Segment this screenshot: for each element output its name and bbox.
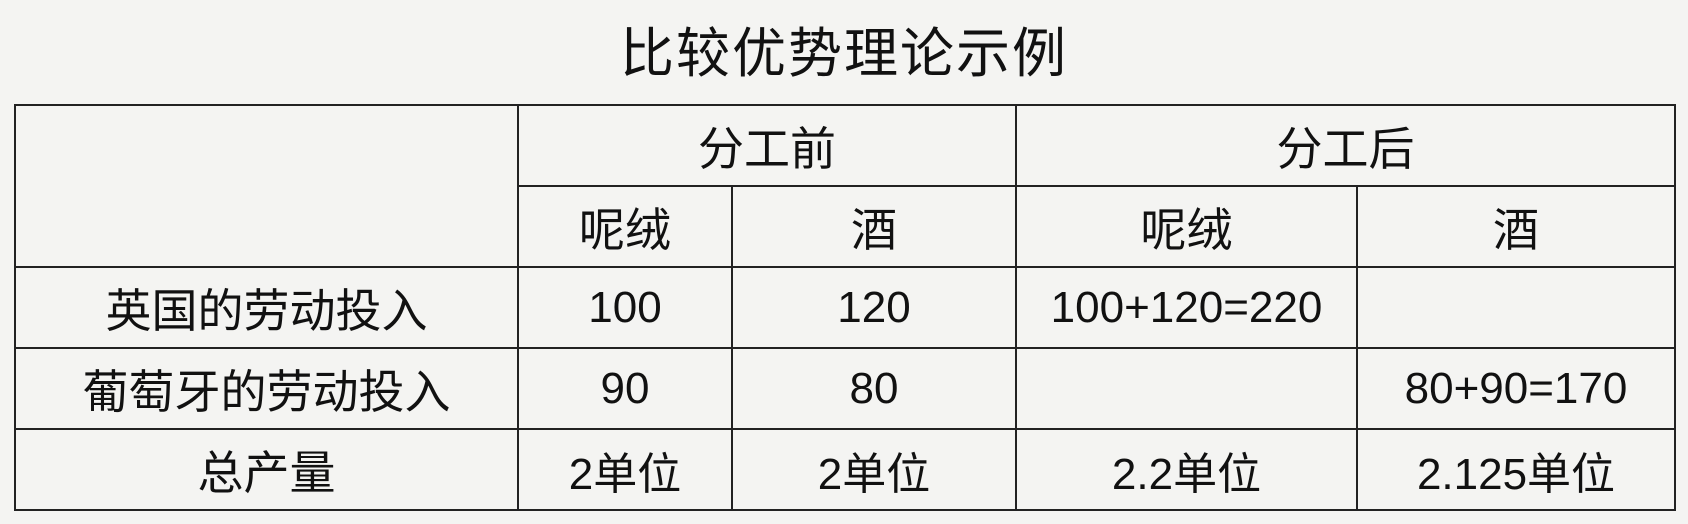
sub-header-cloth-after: 呢绒: [1015, 185, 1358, 268]
row-label: 葡萄牙的劳动投入: [14, 347, 519, 430]
table-row: 英国的劳动投入 100 120 100+120=220: [14, 266, 1676, 349]
group-header-after: 分工后: [1015, 104, 1676, 187]
table-cell: [1356, 266, 1676, 349]
sub-header-cloth-before: 呢绒: [517, 185, 733, 268]
table-cell: 2.2单位: [1015, 428, 1358, 511]
table-row: 总产量 2单位 2单位 2.2单位 2.125单位: [14, 428, 1676, 511]
row-label: 总产量: [14, 428, 519, 511]
table-cell: 120: [731, 266, 1017, 349]
table-row: 葡萄牙的劳动投入 90 80 80+90=170: [14, 347, 1676, 430]
table-cell: 90: [517, 347, 733, 430]
row-label: 英国的劳动投入: [14, 266, 519, 349]
group-header-before: 分工前: [517, 104, 1017, 187]
comparison-table: 分工前 分工后 呢绒 酒 呢绒 酒 英国的劳动投入 100 120 100+12…: [14, 104, 1676, 511]
sub-header-wine-after: 酒: [1356, 185, 1676, 268]
table-cell: 100+120=220: [1015, 266, 1358, 349]
table-cell: 2单位: [517, 428, 733, 511]
table-cell: 80+90=170: [1356, 347, 1676, 430]
sub-header-wine-before: 酒: [731, 185, 1017, 268]
table-cell: [1015, 347, 1358, 430]
table-header-row-groups: 分工前 分工后: [14, 104, 1676, 268]
table-cell: 80: [731, 347, 1017, 430]
table-cell: 2.125单位: [1356, 428, 1676, 511]
table-cell: 2单位: [731, 428, 1017, 511]
table-corner-cell: [14, 104, 519, 268]
page-title: 比较优势理论示例: [620, 22, 1068, 85]
table-cell: 100: [517, 266, 733, 349]
